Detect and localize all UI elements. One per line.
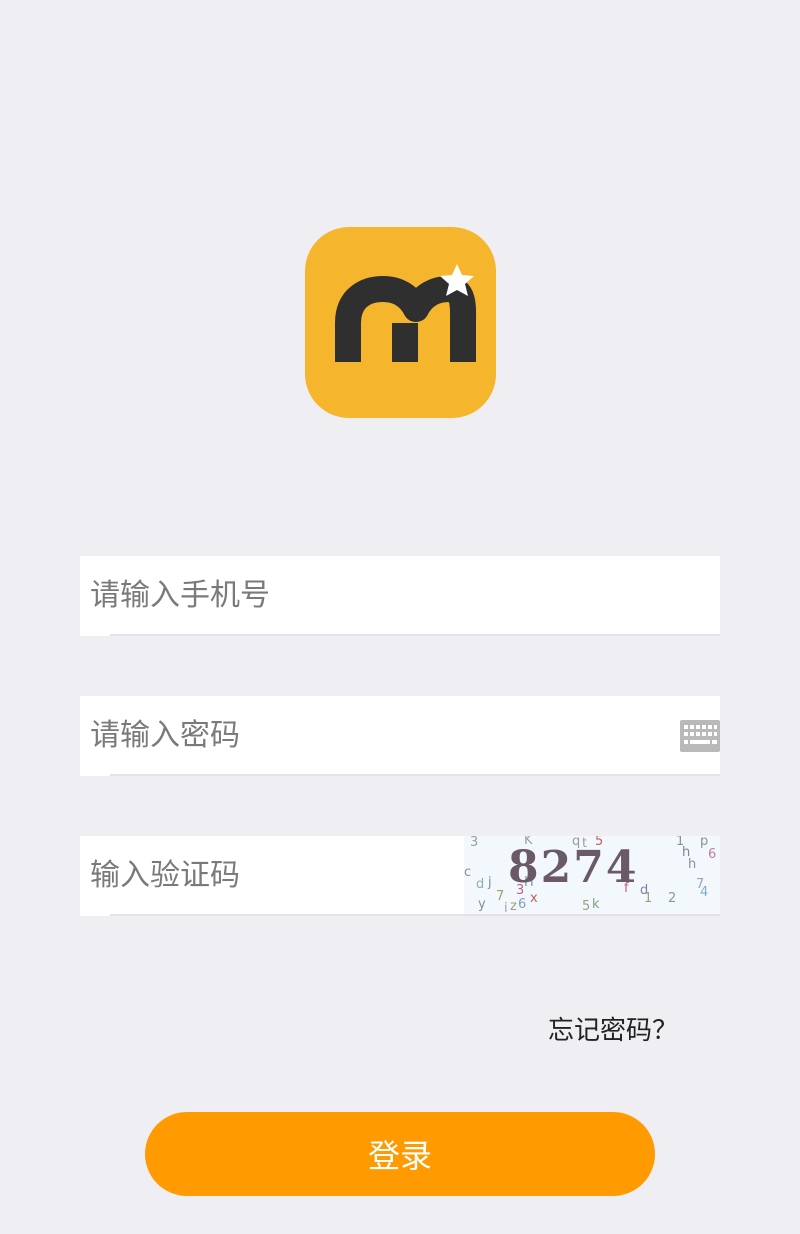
svg-text:x: x	[530, 891, 538, 906]
svg-text:3: 3	[470, 836, 478, 850]
keyboard-icon[interactable]	[680, 720, 720, 752]
password-input[interactable]	[80, 696, 660, 774]
svg-text:5: 5	[582, 899, 590, 914]
svg-text:j: j	[487, 875, 492, 890]
svg-text:h: h	[688, 857, 696, 872]
forgot-password-link[interactable]: 忘记密码？	[548, 1010, 678, 1047]
svg-text:6: 6	[708, 847, 716, 862]
svg-text:z: z	[510, 899, 517, 914]
svg-text:4: 4	[700, 885, 708, 900]
svg-text:c: c	[464, 865, 471, 880]
app-logo-icon	[305, 227, 496, 418]
password-field	[80, 696, 720, 776]
captcha-image[interactable]: 3 K q t 5 1 p 6 h h d j 3 H x 7 y i z 6	[464, 836, 720, 914]
phone-field	[80, 556, 720, 636]
svg-text:y: y	[478, 897, 486, 912]
svg-text:6: 6	[518, 897, 526, 912]
svg-text:i: i	[504, 901, 508, 914]
svg-text:1: 1	[644, 891, 652, 906]
captcha-field: 3 K q t 5 1 p 6 h h d j 3 H x 7 y i z 6	[80, 836, 720, 916]
svg-text:d: d	[476, 877, 484, 892]
svg-text:k: k	[592, 897, 600, 912]
login-button[interactable]: 登录	[145, 1112, 655, 1196]
svg-text:2: 2	[668, 891, 676, 906]
captcha-input[interactable]	[80, 836, 450, 914]
phone-input[interactable]	[80, 556, 710, 634]
captcha-code: 8274	[508, 842, 638, 893]
